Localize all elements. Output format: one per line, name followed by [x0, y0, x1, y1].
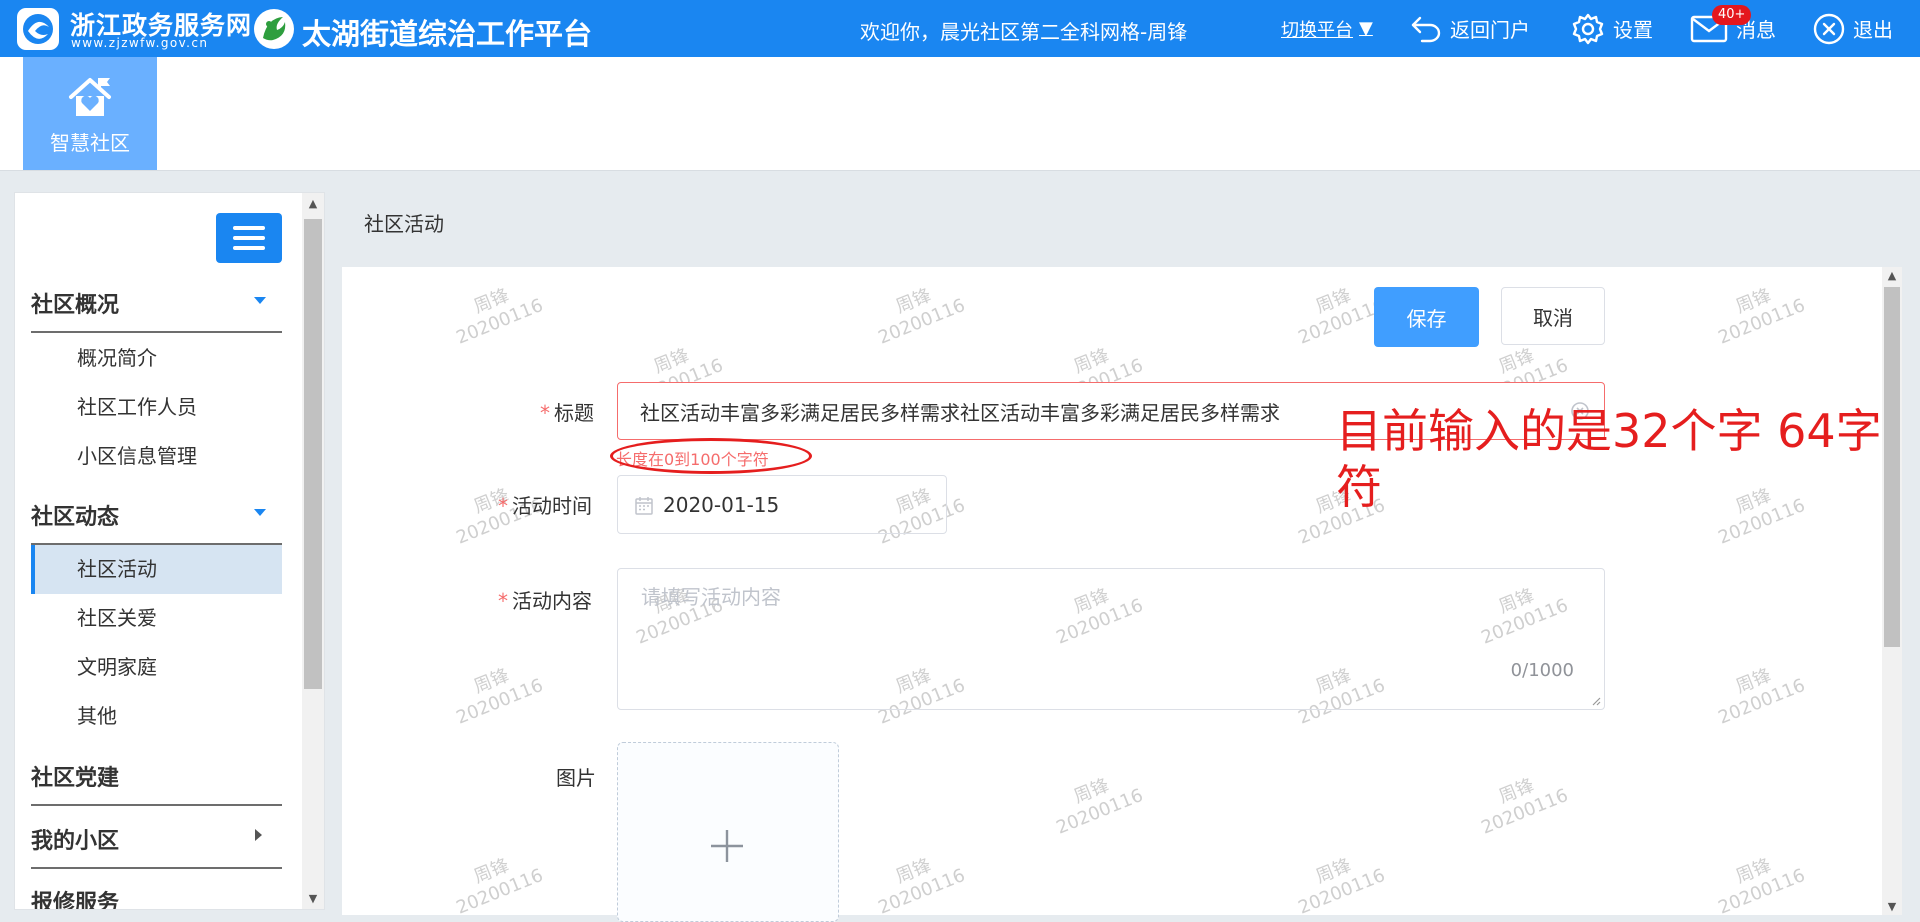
date-label: * 活动时间: [498, 494, 592, 518]
back-arrow-icon: [1411, 16, 1441, 42]
menu-toggle-button[interactable]: [216, 213, 282, 263]
clear-icon[interactable]: [1570, 401, 1590, 421]
caret-down-icon: [254, 297, 266, 304]
cancel-button[interactable]: 取消: [1501, 287, 1605, 345]
sidebar-group-dynamics[interactable]: 社区动态: [31, 499, 282, 531]
content-counter: 0/1000: [1510, 660, 1574, 681]
return-portal-button[interactable]: 返回门户: [1410, 0, 1530, 57]
caret-right-icon: [255, 829, 262, 841]
welcome-text: 欢迎你，晨光社区第二全科网格-周锋: [860, 20, 1188, 44]
messages-badge: 40+: [1712, 5, 1752, 25]
title-input[interactable]: [617, 382, 1605, 440]
return-portal-label: 返回门户: [1450, 18, 1530, 42]
logout-button[interactable]: 退出: [1813, 0, 1893, 57]
platform-logo-icon: [254, 9, 294, 49]
gov-url: www.zjzwfw.gov.cn: [71, 36, 209, 50]
date-input[interactable]: 2020-01-15: [617, 475, 947, 534]
breadcrumb: 社区活动: [364, 212, 444, 236]
calendar-icon: [635, 497, 653, 515]
hamburger-icon: [233, 226, 265, 230]
sidebar: 社区概况 概况简介 社区工作人员 小区信息管理 社区动态 社区活动 社区关爱 文…: [14, 192, 325, 910]
module-smart-community[interactable]: 智慧社区: [23, 57, 157, 170]
sidebar-item-civilized-family[interactable]: 文明家庭: [31, 643, 282, 692]
sidebar-scroll-thumb[interactable]: [304, 219, 322, 689]
content-textarea[interactable]: 请填写活动内容 0/1000: [617, 568, 1605, 710]
sidebar-item-care[interactable]: 社区关爱: [31, 594, 282, 643]
sidebar-item-activities[interactable]: 社区活动: [31, 545, 282, 594]
scroll-up-icon[interactable]: ▲: [1882, 269, 1902, 282]
content-scroll-thumb[interactable]: [1884, 287, 1900, 647]
sidebar-item-other[interactable]: 其他: [31, 692, 282, 741]
settings-button[interactable]: 设置: [1571, 0, 1653, 57]
sidebar-group-repair[interactable]: 报修服务: [31, 885, 282, 909]
module-label: 智慧社区: [50, 131, 130, 155]
save-button[interactable]: 保存: [1374, 287, 1479, 347]
content-label: * 活动内容: [498, 589, 592, 613]
sidebar-group-overview[interactable]: 社区概况: [31, 287, 282, 319]
close-circle-icon: [1813, 13, 1845, 44]
caret-down-icon: ▼: [1359, 18, 1373, 39]
sidebar-item-overview-intro[interactable]: 概况简介: [31, 334, 282, 383]
sidebar-item-residential-info[interactable]: 小区信息管理: [31, 432, 282, 481]
content-scrollbar[interactable]: ▲ ▼: [1882, 267, 1902, 915]
title-error: 长度在0到100个字符: [616, 450, 769, 469]
scroll-up-icon[interactable]: ▲: [302, 197, 324, 210]
content-placeholder: 请填写活动内容: [641, 585, 781, 609]
date-value: 2020-01-15: [663, 493, 780, 517]
scroll-down-icon[interactable]: ▼: [302, 892, 324, 905]
top-bar: 浙江政务服务网 www.zjzwfw.gov.cn 太湖街道综治工作平台 欢迎你…: [0, 0, 1920, 57]
platform-title: 太湖街道综治工作平台: [302, 17, 593, 51]
sidebar-group-party[interactable]: 社区党建: [31, 760, 282, 792]
switch-platform-label: 切换平台: [1281, 19, 1353, 41]
logout-label: 退出: [1853, 18, 1893, 42]
sidebar-scrollbar[interactable]: ▲ ▼: [302, 193, 324, 909]
image-label: 图片: [556, 766, 596, 790]
caret-down-icon: [254, 509, 266, 516]
sidebar-group-my-community[interactable]: 我的小区: [31, 823, 282, 855]
scroll-down-icon[interactable]: ▼: [1882, 900, 1902, 913]
title-label: * 标题: [540, 401, 594, 425]
settings-label: 设置: [1613, 18, 1653, 42]
gov-logo-icon: [17, 8, 59, 50]
sidebar-item-staff[interactable]: 社区工作人员: [31, 383, 282, 432]
gear-icon: [1572, 13, 1604, 44]
image-upload-box[interactable]: [617, 742, 839, 922]
resize-handle-icon[interactable]: [1591, 696, 1601, 706]
switch-platform-button[interactable]: 切换平台 ▼: [1281, 0, 1373, 57]
plus-icon: [711, 830, 743, 862]
house-heart-icon: [69, 78, 111, 116]
module-bar: 智慧社区: [0, 57, 1920, 171]
